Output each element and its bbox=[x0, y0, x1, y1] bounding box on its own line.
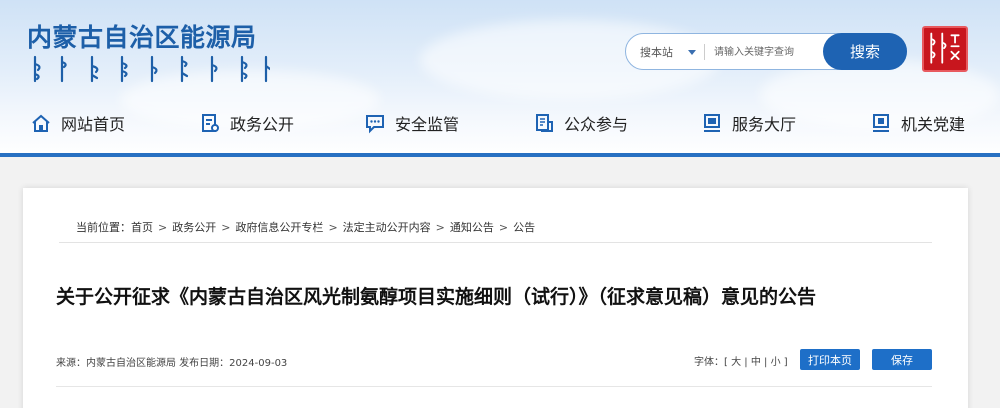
seal-logo bbox=[922, 26, 968, 72]
main-nav: 网站首页 政务公开 安全监管 公众参与 服务大厅 机关党建 bbox=[0, 100, 1000, 146]
mongolian-script-logo bbox=[33, 55, 270, 83]
nav-item-label: 网站首页 bbox=[61, 115, 126, 134]
nav-item-service[interactable]: 服务大厅 bbox=[701, 110, 796, 136]
party-icon bbox=[873, 114, 889, 132]
monitor-icon bbox=[704, 114, 720, 132]
search-button[interactable]: 搜索 bbox=[823, 33, 907, 70]
save-button[interactable]: 保存 bbox=[872, 349, 932, 370]
font-separator: | bbox=[744, 357, 748, 368]
search-bar: 搜本站 搜索 bbox=[625, 33, 907, 70]
nav-item-label: 政务公开 bbox=[230, 115, 295, 134]
font-medium-button[interactable]: 中 bbox=[751, 357, 761, 368]
print-button[interactable]: 打印本页 bbox=[800, 349, 860, 370]
article-title: 关于公开征求《内蒙古自治区风光制氨醇项目实施细则（试行）》（征求意见稿）意见的公… bbox=[56, 286, 817, 308]
file-icon bbox=[536, 114, 553, 132]
nav-item-home[interactable]: 网站首页 bbox=[30, 110, 125, 136]
meta-divider bbox=[56, 386, 932, 387]
home-icon bbox=[32, 114, 50, 132]
nav-item-label: 公众参与 bbox=[564, 115, 629, 134]
nav-item-label: 安全监管 bbox=[395, 115, 460, 134]
nav-divider bbox=[0, 153, 1000, 157]
breadcrumb-link[interactable]: 政务公开 bbox=[172, 219, 216, 235]
nav-item-safety[interactable]: 安全监管 bbox=[364, 110, 459, 136]
breadcrumb: 当前位置： 首页 > 政务公开 > 政府信息公开专栏 > 法定主动公开内容 > … bbox=[59, 212, 932, 243]
breadcrumb-separator: > bbox=[158, 220, 168, 234]
breadcrumb-link[interactable]: 政府信息公开专栏 bbox=[235, 219, 323, 235]
nav-item-party[interactable]: 机关党建 bbox=[870, 110, 965, 136]
site-title[interactable]: 内蒙古自治区能源局 bbox=[27, 18, 257, 54]
breadcrumb-link[interactable]: 公告 bbox=[513, 219, 535, 235]
breadcrumb-prefix: 当前位置： bbox=[76, 221, 131, 234]
font-separator: | bbox=[764, 357, 768, 368]
seal-icon bbox=[930, 32, 960, 64]
font-large-button[interactable]: 大 bbox=[731, 357, 741, 368]
breadcrumb-link[interactable]: 通知公告 bbox=[450, 219, 494, 235]
font-bracket-close: ] bbox=[783, 357, 788, 368]
font-small-button[interactable]: 小 bbox=[771, 357, 781, 368]
nav-item-public[interactable]: 公众参与 bbox=[533, 110, 628, 136]
nav-item-gov-affairs[interactable]: 政务公开 bbox=[199, 110, 294, 136]
breadcrumb-separator: > bbox=[435, 220, 445, 234]
chat-icon bbox=[366, 115, 384, 134]
chevron-down-icon[interactable] bbox=[688, 50, 696, 55]
article-meta: 来源：内蒙古自治区能源局 发布日期：2024-09-03 bbox=[56, 358, 288, 369]
font-size-control: 字体：[ 大 | 中 | 小 ] bbox=[694, 353, 788, 368]
document-icon bbox=[202, 114, 219, 132]
breadcrumb-separator: > bbox=[221, 220, 231, 234]
nav-item-label: 服务大厅 bbox=[732, 115, 797, 134]
font-size-label: 字体：[ bbox=[694, 357, 728, 368]
nav-item-label: 机关党建 bbox=[901, 115, 966, 134]
search-scope-select[interactable]: 搜本站 bbox=[640, 44, 673, 60]
search-divider bbox=[704, 44, 705, 60]
article-card: 当前位置： 首页 > 政务公开 > 政府信息公开专栏 > 法定主动公开内容 > … bbox=[23, 188, 968, 408]
breadcrumb-link[interactable]: 法定主动公开内容 bbox=[343, 219, 431, 235]
search-input[interactable] bbox=[714, 40, 824, 64]
breadcrumb-separator: > bbox=[328, 220, 338, 234]
breadcrumb-separator: > bbox=[498, 220, 509, 234]
breadcrumb-link[interactable]: 首页 bbox=[131, 219, 153, 235]
